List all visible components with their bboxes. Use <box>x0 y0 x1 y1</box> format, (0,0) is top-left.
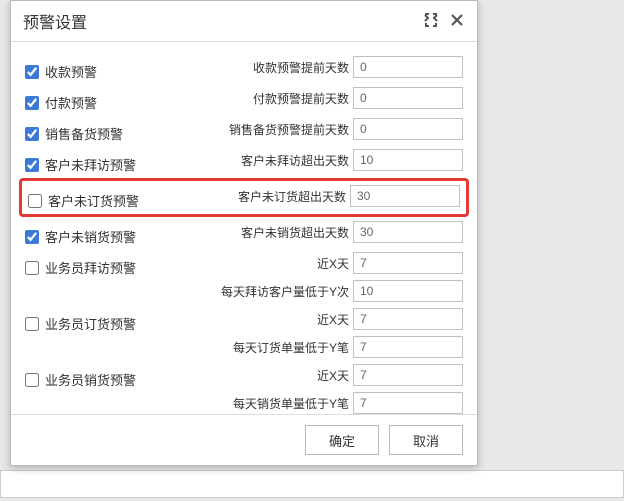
checkbox-label: 客户未拜访预警 <box>45 155 136 174</box>
setting-row: 业务员订货预警 近X天每天订货单量低于Y笔 <box>25 306 463 360</box>
checkbox-label: 付款预警 <box>45 93 97 112</box>
enable-checkbox[interactable] <box>25 261 39 275</box>
field-label: 客户未销货超出天数 <box>241 224 349 241</box>
field-label: 近X天 <box>317 255 349 272</box>
expand-icon[interactable] <box>423 12 439 31</box>
enable-checkbox[interactable] <box>25 317 39 331</box>
checkbox-label: 业务员销货预警 <box>45 370 136 389</box>
value-input[interactable] <box>350 185 460 207</box>
field-label: 客户未订货超出天数 <box>238 188 346 205</box>
field-label: 销售备货预警提前天数 <box>229 121 349 138</box>
setting-row: 付款预警 付款预警提前天数 <box>25 85 463 114</box>
field-label: 收款预警提前天数 <box>253 59 349 76</box>
dialog-titlebar: 预警设置 <box>11 1 477 42</box>
setting-row: 业务员销货预警 近X天每天销货单量低于Y笔 <box>25 362 463 414</box>
cancel-button[interactable]: 取消 <box>389 425 463 455</box>
value-input[interactable] <box>353 149 463 171</box>
setting-row: 销售备货预警 销售备货预警提前天数 <box>25 116 463 145</box>
checkbox-label: 收款预警 <box>45 62 97 81</box>
value-input[interactable] <box>353 308 463 330</box>
enable-checkbox[interactable] <box>25 373 39 387</box>
value-input[interactable] <box>353 364 463 386</box>
dialog-body: 收款预警 收款预警提前天数付款预警 付款预警提前天数销售备货预警 销售备货预警提前天数… <box>11 42 477 414</box>
dialog-footer: 确定 取消 <box>11 414 477 465</box>
value-input[interactable] <box>353 118 463 140</box>
close-icon[interactable] <box>449 12 465 31</box>
field-label: 近X天 <box>317 367 349 384</box>
enable-checkbox[interactable] <box>25 127 39 141</box>
field-label: 每天销货单量低于Y笔 <box>233 395 349 412</box>
value-input[interactable] <box>353 336 463 358</box>
checkbox-label: 销售备货预警 <box>45 124 123 143</box>
dialog-title: 预警设置 <box>23 9 87 33</box>
field-label: 近X天 <box>317 311 349 328</box>
ok-button[interactable]: 确定 <box>305 425 379 455</box>
field-label: 客户未拜访超出天数 <box>241 152 349 169</box>
checkbox-label: 业务员订货预警 <box>45 314 136 333</box>
field-label: 付款预警提前天数 <box>253 90 349 107</box>
setting-row: 业务员拜访预警 近X天每天拜访客户量低于Y次 <box>25 250 463 304</box>
checkbox-label: 业务员拜访预警 <box>45 258 136 277</box>
value-input[interactable] <box>353 280 463 302</box>
setting-row: 客户未拜访预警 客户未拜访超出天数 <box>25 147 463 176</box>
alert-settings-dialog: 预警设置 收款预警收款预警提前天数付款预警付款预警提前天数销售备货预警销售备货预… <box>10 0 478 466</box>
setting-row: 客户未销货预警 客户未销货超出天数 <box>25 219 463 248</box>
setting-row: 客户未订货预警 客户未订货超出天数 <box>19 178 469 217</box>
value-input[interactable] <box>353 392 463 414</box>
enable-checkbox[interactable] <box>25 230 39 244</box>
value-input[interactable] <box>353 252 463 274</box>
setting-row: 收款预警 收款预警提前天数 <box>25 54 463 83</box>
checkbox-label: 客户未销货预警 <box>45 227 136 246</box>
field-label: 每天订货单量低于Y笔 <box>233 339 349 356</box>
enable-checkbox[interactable] <box>28 194 42 208</box>
checkbox-label: 客户未订货预警 <box>48 191 139 210</box>
enable-checkbox[interactable] <box>25 65 39 79</box>
value-input[interactable] <box>353 221 463 243</box>
value-input[interactable] <box>353 87 463 109</box>
enable-checkbox[interactable] <box>25 158 39 172</box>
enable-checkbox[interactable] <box>25 96 39 110</box>
field-label: 每天拜访客户量低于Y次 <box>221 283 349 300</box>
value-input[interactable] <box>353 56 463 78</box>
